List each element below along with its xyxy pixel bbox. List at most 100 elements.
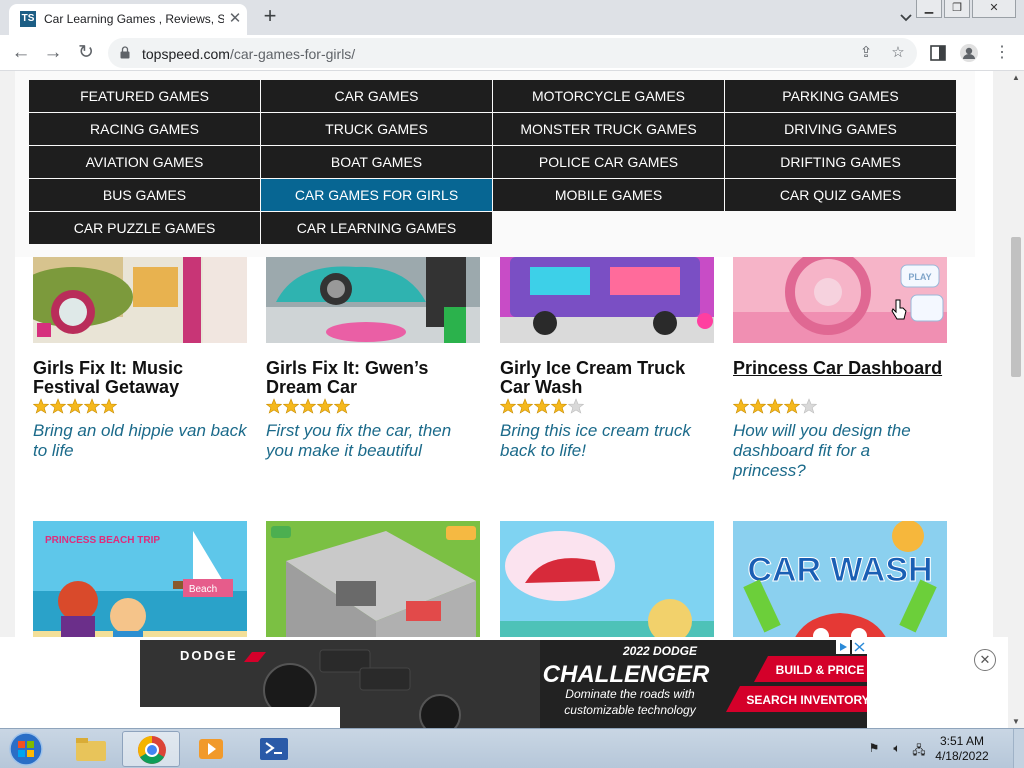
taskbar-media-player[interactable] (182, 731, 240, 767)
window-close-icon[interactable]: ✕ (972, 0, 1016, 18)
rating-stars (733, 398, 817, 414)
menu-item-bus-games[interactable]: BUS GAMES (29, 179, 260, 211)
menu-item-boat-games[interactable]: BOAT GAMES (261, 146, 492, 178)
game-description: Bring an old hippie van back to life (33, 421, 247, 460)
lock-icon[interactable] (120, 46, 130, 59)
minimize-icon[interactable]: ▁ (916, 0, 942, 18)
bookmark-star-icon[interactable]: ☆ (889, 44, 907, 62)
taskbar-file-explorer[interactable] (62, 731, 120, 767)
rating-stars (33, 398, 117, 414)
star-filled-icon (33, 398, 49, 414)
car-wash-logo: CAR WASH (747, 551, 932, 589)
star-filled-icon (101, 398, 117, 414)
restore-icon[interactable]: ❐ (944, 0, 970, 18)
game-thumbnail-4[interactable]: PLAY (733, 257, 947, 343)
menu-item-racing-games[interactable]: RACING GAMES (29, 113, 260, 145)
star-filled-icon (283, 398, 299, 414)
volume-icon[interactable]: 🔈︎ (889, 741, 905, 757)
game-title[interactable]: Girls Fix It: Music Festival Getaway (33, 359, 247, 397)
scroll-up-arrow-icon[interactable]: ▲ (1012, 73, 1020, 82)
game-thumbnail-2[interactable] (266, 257, 480, 343)
rating-stars (500, 398, 584, 414)
profile-avatar-icon[interactable] (959, 43, 979, 63)
page-content: Girls Fix It: Music Festival Getaway Bri… (15, 71, 993, 728)
dodge-logo: DODGE (180, 648, 238, 663)
share-icon[interactable]: ⇪ (857, 44, 875, 62)
taskbar-powershell[interactable] (245, 731, 303, 767)
menu-item-mobile-games[interactable]: MOBILE GAMES (493, 179, 724, 211)
show-desktop-button[interactable] (1013, 729, 1024, 768)
menu-item-parking-games[interactable]: PARKING GAMES (725, 80, 956, 112)
browser-tab[interactable]: TS Car Learning Games , Reviews, Sp ✕ (9, 4, 247, 35)
game-title[interactable]: Princess Car Dashboard (733, 359, 947, 378)
menu-item-featured-games[interactable]: FEATURED GAMES (29, 80, 260, 112)
menu-item-motorcycle-games[interactable]: MOTORCYCLE GAMES (493, 80, 724, 112)
forward-arrow-icon[interactable]: → (41, 41, 65, 65)
menu-item-car-games[interactable]: CAR GAMES (261, 80, 492, 112)
search-inventory-label[interactable]: SEARCH INVENTORY (746, 693, 867, 707)
menu-item-truck-games[interactable]: TRUCK GAMES (261, 113, 492, 145)
url-text[interactable]: topspeed.com/car-games-for-girls/ (142, 46, 355, 62)
star-filled-icon (750, 398, 766, 414)
scroll-thumb[interactable] (1011, 237, 1021, 377)
url-path: /car-games-for-girls/ (229, 46, 356, 62)
address-bar[interactable]: topspeed.com/car-games-for-girls/ ⇪ ☆ (108, 38, 917, 68)
start-button-icon[interactable] (4, 731, 48, 767)
star-filled-icon (334, 398, 350, 414)
mouse-cursor-icon (891, 299, 907, 320)
ad-banner-area: DODGE 2022 DODGE CHALLENGER Dominate the… (0, 637, 1008, 728)
close-tab-icon[interactable]: ✕ (226, 10, 244, 28)
ad-model: CHALLENGER (543, 661, 710, 688)
princess-beach-logo: PRINCESS BEACH TRIP (45, 535, 160, 546)
close-ad-icon[interactable]: ✕ (974, 649, 996, 671)
more-menu-icon[interactable]: ⋮ (992, 43, 1012, 63)
star-filled-icon (551, 398, 567, 414)
play-label: PLAY (908, 272, 931, 282)
network-warning-icon[interactable]: ⚑ (866, 741, 882, 757)
category-menu-panel: FEATURED GAMES CAR GAMES MOTORCYCLE GAME… (15, 71, 975, 257)
menu-item-car-games-for-girls[interactable]: CAR GAMES FOR GIRLS (261, 179, 492, 211)
tab-title: Car Learning Games , Reviews, Sp (44, 12, 224, 26)
clock-time: 3:51 AM (939, 734, 985, 748)
menu-item-police-car-games[interactable]: POLICE CAR GAMES (493, 146, 724, 178)
reload-icon[interactable]: ↻ (74, 41, 98, 65)
network-icon[interactable]: 🖧︎ (911, 741, 927, 757)
menu-item-car-learning-games[interactable]: CAR LEARNING GAMES (261, 212, 492, 244)
menu-item-driving-games[interactable]: DRIVING GAMES (725, 113, 956, 145)
star-empty-icon (568, 398, 584, 414)
ad-tagline-line-1: Dominate the roads with (565, 687, 695, 701)
scroll-down-arrow-icon[interactable]: ▼ (1012, 717, 1020, 726)
star-filled-icon (784, 398, 800, 414)
browser-tab-bar: TS Car Learning Games , Reviews, Sp ✕ + … (0, 0, 1024, 35)
build-price-label[interactable]: BUILD & PRICE (776, 663, 865, 677)
menu-item-car-quiz-games[interactable]: CAR QUIZ GAMES (725, 179, 956, 211)
ad-overlay-strip (0, 707, 340, 728)
star-filled-icon (317, 398, 333, 414)
star-filled-icon (50, 398, 66, 414)
media-player-icon (199, 739, 223, 759)
ad-tagline-line-2: customizable technology (564, 703, 696, 717)
game-thumbnail-3[interactable] (500, 257, 714, 343)
menu-item-drifting-games[interactable]: DRIFTING GAMES (725, 146, 956, 178)
topspeed-favicon-icon: TS (20, 11, 36, 27)
star-filled-icon (500, 398, 516, 414)
category-menu: FEATURED GAMES CAR GAMES MOTORCYCLE GAME… (29, 80, 957, 244)
window-controls: ▁ ❐ ✕ (914, 0, 1016, 18)
taskbar-chrome[interactable] (122, 731, 180, 767)
menu-item-aviation-games[interactable]: AVIATION GAMES (29, 146, 260, 178)
game-title[interactable]: Girls Fix It: Gwen’s Dream Car (266, 359, 480, 397)
game-title[interactable]: Girly Ice Cream Truck Car Wash (500, 359, 714, 397)
powershell-icon (260, 738, 288, 760)
game-description: Bring this ice cream truck back to life! (500, 421, 691, 460)
system-clock[interactable]: 3:51 AM 4/18/2022 (931, 734, 993, 764)
new-tab-icon[interactable]: + (258, 5, 282, 29)
game-thumbnail-1[interactable] (33, 257, 247, 343)
menu-item-car-puzzle-games[interactable]: CAR PUZZLE GAMES (29, 212, 260, 244)
chrome-icon (138, 736, 166, 764)
star-filled-icon (517, 398, 533, 414)
menu-item-monster-truck-games[interactable]: MONSTER TRUCK GAMES (493, 113, 724, 145)
page-scrollbar[interactable]: ▲ ▼ (1008, 71, 1024, 728)
page-viewport: Girls Fix It: Music Festival Getaway Bri… (0, 71, 1008, 728)
side-panel-icon[interactable] (928, 43, 948, 63)
back-arrow-icon[interactable]: ← (9, 41, 33, 65)
